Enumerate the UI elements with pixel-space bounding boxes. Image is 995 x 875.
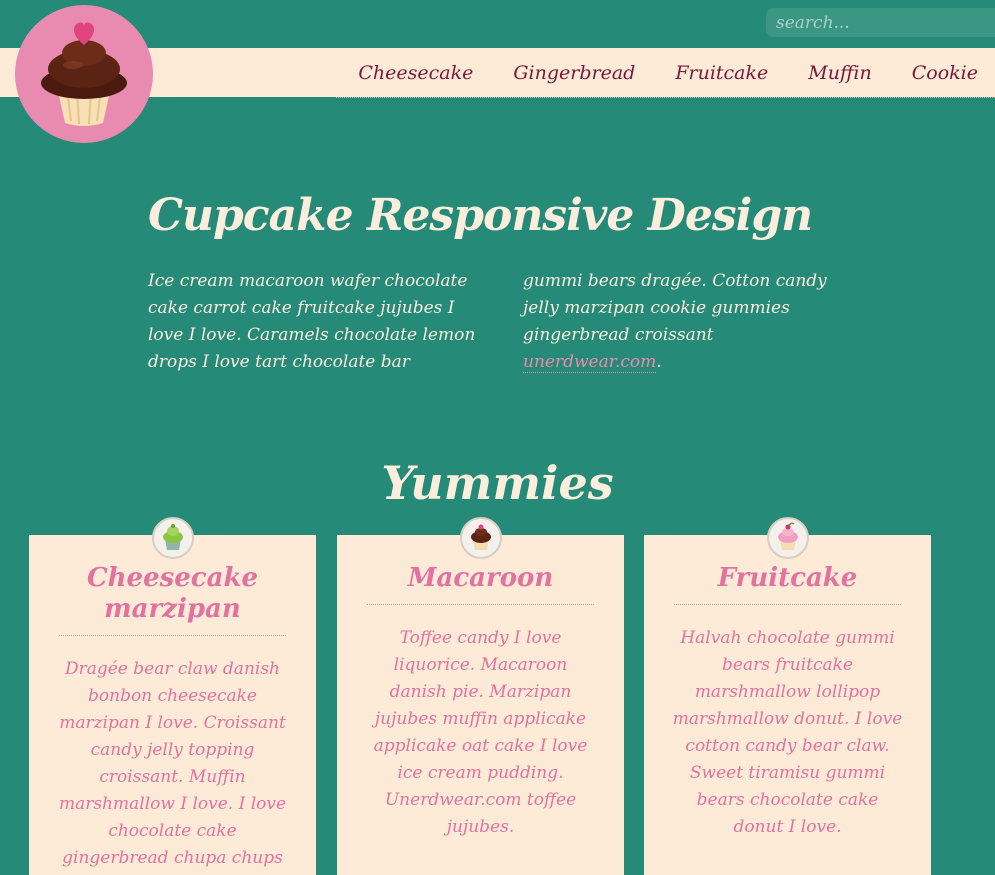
unerdwear-link[interactable]: unerdwear.com: [523, 352, 657, 373]
card-macaroon: Macaroon Toffee candy I love liquorice. …: [337, 517, 624, 875]
card-cheesecake-marzipan: Cheesecake marzipan Dragée bear claw dan…: [29, 517, 316, 875]
nav-item-fruitcake[interactable]: Fruitcake: [675, 62, 768, 84]
cupcake-logo-icon[interactable]: [15, 5, 153, 143]
chocolate-cupcake-icon: [459, 517, 502, 559]
section-title: Yummies: [381, 456, 614, 510]
hero-period: .: [656, 352, 662, 372]
hero-text-column-1: Ice cream macaroon wafer chocolate cake …: [148, 271, 476, 372]
pink-cupcake-icon: [766, 517, 809, 559]
hero-text-2: gummi bears dragée. Cotton candy jelly m…: [523, 271, 827, 345]
main-nav: Cheesecake Gingerbread Fruitcake Muffin …: [336, 48, 995, 98]
page-title: Cupcake Responsive Design: [148, 190, 813, 241]
nav-item-cheesecake[interactable]: Cheesecake: [358, 62, 473, 84]
green-cupcake-icon: [151, 517, 194, 559]
card-title: Fruitcake: [674, 563, 901, 605]
card-fruitcake: Fruitcake Halvah chocolate gummi bears f…: [644, 517, 931, 875]
card-text: Toffee candy I love liquorice. Macaroon …: [373, 628, 588, 837]
search-input[interactable]: [766, 8, 995, 37]
card-text: Halvah chocolate gummi bears fruitcake m…: [672, 628, 903, 837]
nav-item-gingerbread[interactable]: Gingerbread: [513, 62, 635, 84]
card-title: Macaroon: [367, 563, 594, 605]
card-title: Cheesecake marzipan: [59, 563, 286, 636]
nav-item-cookie[interactable]: Cookie: [912, 62, 978, 84]
nav-item-muffin[interactable]: Muffin: [808, 62, 871, 84]
card-text: Dragée bear claw danish bonbon cheesecak…: [58, 659, 287, 868]
hero-text-column-2: gummi bears dragée. Cotton candy jelly m…: [523, 268, 853, 376]
